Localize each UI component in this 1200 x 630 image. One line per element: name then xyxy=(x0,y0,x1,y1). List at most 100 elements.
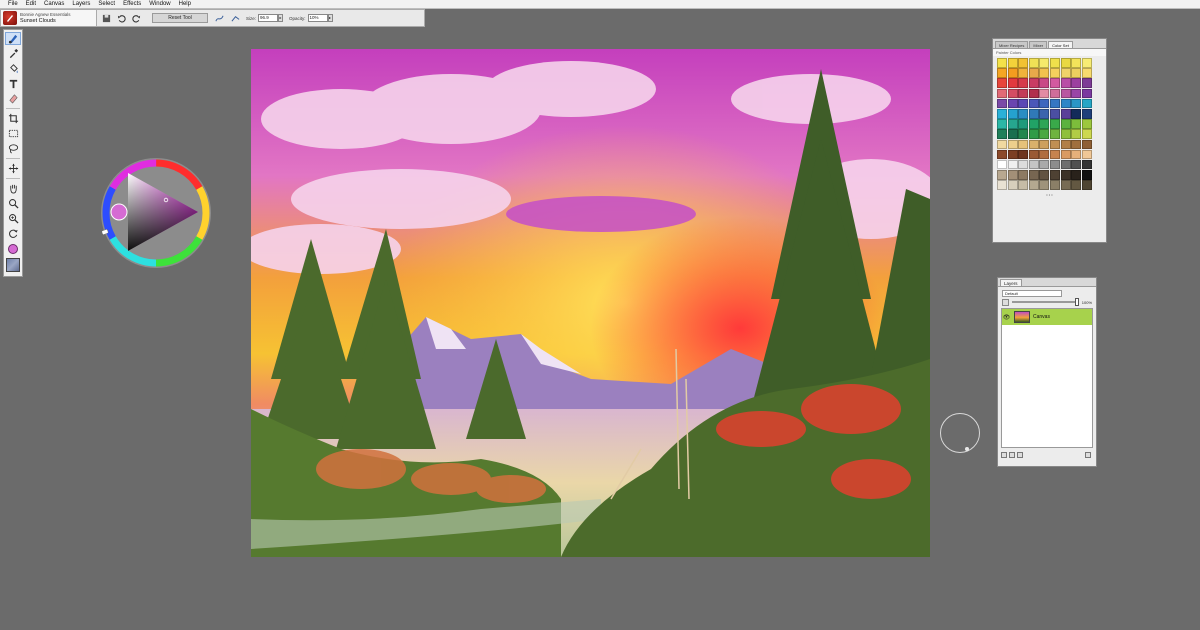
color-swatch[interactable] xyxy=(997,98,1007,109)
color-swatch[interactable] xyxy=(1018,58,1029,68)
tab-mixer-recipes[interactable]: Mixer Recipes xyxy=(995,41,1029,48)
color-swatch[interactable] xyxy=(1071,78,1082,88)
color-swatch[interactable] xyxy=(1049,149,1060,160)
color-swatch[interactable] xyxy=(1071,159,1082,170)
tab-layers[interactable]: Layers xyxy=(1000,279,1022,286)
color-swatch[interactable] xyxy=(1071,149,1082,160)
color-swatch[interactable] xyxy=(1007,149,1018,160)
color-swatch[interactable] xyxy=(1060,68,1071,78)
undo-icon[interactable] xyxy=(115,12,127,24)
redo-icon[interactable] xyxy=(130,12,142,24)
color-swatch[interactable] xyxy=(1071,88,1082,99)
color-swatch[interactable] xyxy=(1071,98,1082,109)
color-swatch[interactable] xyxy=(1060,159,1071,170)
color-swatch[interactable] xyxy=(1081,180,1092,190)
color-swatch[interactable] xyxy=(1007,180,1018,190)
color-swatch[interactable] xyxy=(997,180,1007,190)
color-swatch[interactable] xyxy=(1049,170,1060,180)
color-swatch[interactable] xyxy=(1081,159,1092,170)
color-swatch[interactable] xyxy=(1018,159,1029,170)
reset-tool-button[interactable]: Reset Tool xyxy=(152,13,208,23)
color-swatch[interactable] xyxy=(1071,68,1082,78)
color-swatch[interactable] xyxy=(1039,129,1050,139)
color-swatch[interactable] xyxy=(997,159,1007,170)
color-swatch[interactable] xyxy=(1081,119,1092,129)
color-swatch[interactable] xyxy=(1071,180,1082,190)
color-swatch[interactable] xyxy=(1039,88,1050,99)
color-swatch[interactable] xyxy=(1028,58,1039,68)
save-icon[interactable] xyxy=(100,12,112,24)
color-swatch[interactable] xyxy=(1028,159,1039,170)
text-tool[interactable] xyxy=(5,77,21,90)
color-swatch[interactable] xyxy=(997,139,1007,150)
color-swatch[interactable] xyxy=(1007,58,1018,68)
color-swatch[interactable] xyxy=(1071,119,1082,129)
color-swatch[interactable] xyxy=(1028,180,1039,190)
color-swatch[interactable] xyxy=(1007,88,1018,99)
main-color-swatch[interactable] xyxy=(8,244,18,254)
color-swatch[interactable] xyxy=(1018,78,1029,88)
paint-bucket-tool[interactable] xyxy=(5,62,21,75)
color-swatch[interactable] xyxy=(1060,78,1071,88)
lasso-tool[interactable] xyxy=(5,142,21,155)
straight-line-icon[interactable] xyxy=(230,13,240,23)
color-swatch[interactable] xyxy=(1028,78,1039,88)
color-swatch[interactable] xyxy=(1007,78,1018,88)
menu-effects[interactable]: Effects xyxy=(119,0,145,9)
color-swatch[interactable] xyxy=(997,78,1007,88)
color-swatch[interactable] xyxy=(1028,88,1039,99)
color-swatch[interactable] xyxy=(1060,88,1071,99)
color-swatch[interactable] xyxy=(1007,170,1018,180)
color-swatch[interactable] xyxy=(1007,129,1018,139)
composite-method-select[interactable]: Default xyxy=(1002,290,1062,297)
slider-handle[interactable] xyxy=(1074,298,1079,306)
rotate-tool[interactable] xyxy=(5,227,21,240)
color-swatch[interactable] xyxy=(1049,108,1060,119)
color-swatch[interactable] xyxy=(1081,68,1092,78)
color-swatch[interactable] xyxy=(1071,170,1082,180)
color-swatch[interactable] xyxy=(1039,68,1050,78)
color-swatch[interactable] xyxy=(1049,119,1060,129)
menu-canvas[interactable]: Canvas xyxy=(40,0,68,9)
color-swatch[interactable] xyxy=(1081,129,1092,139)
size-field[interactable]: 96.9 xyxy=(258,14,279,22)
color-swatch[interactable] xyxy=(1071,108,1082,119)
lock-icon[interactable] xyxy=(1002,298,1009,306)
menu-window[interactable]: Window xyxy=(145,0,174,9)
brush-selector[interactable]: Bonnie Agnew Essentials Sunset Clouds xyxy=(1,10,97,26)
color-swatch[interactable] xyxy=(1039,149,1050,160)
color-swatch[interactable] xyxy=(1081,139,1092,150)
temporal-color-wheel[interactable] xyxy=(98,155,214,271)
color-swatch[interactable] xyxy=(1028,129,1039,139)
freehand-stroke-icon[interactable] xyxy=(214,13,224,23)
color-swatch[interactable] xyxy=(1081,58,1092,68)
size-arrow-icon[interactable]: ▸ xyxy=(278,14,284,22)
color-swatch[interactable] xyxy=(1018,180,1029,190)
color-swatch[interactable] xyxy=(1039,58,1050,68)
color-swatch[interactable] xyxy=(997,170,1007,180)
color-swatch[interactable] xyxy=(997,68,1007,78)
eraser-tool[interactable] xyxy=(5,92,21,105)
color-swatch[interactable] xyxy=(1081,88,1092,99)
dropper-tool[interactable] xyxy=(5,47,21,60)
menu-layers[interactable]: Layers xyxy=(68,0,94,9)
color-swatch[interactable] xyxy=(1018,68,1029,78)
color-swatch[interactable] xyxy=(1039,180,1050,190)
color-swatch[interactable] xyxy=(1049,68,1060,78)
color-swatch[interactable] xyxy=(1007,98,1018,109)
magnifier-tool[interactable] xyxy=(5,197,21,210)
color-swatch[interactable] xyxy=(1007,68,1018,78)
opacity-field[interactable]: 10% xyxy=(307,14,328,22)
color-swatch[interactable] xyxy=(1007,139,1018,150)
color-swatch[interactable] xyxy=(1081,149,1092,160)
color-swatch[interactable] xyxy=(997,149,1007,160)
color-swatch[interactable] xyxy=(1039,170,1050,180)
color-swatch[interactable] xyxy=(1028,119,1039,129)
color-swatch[interactable] xyxy=(997,58,1007,68)
color-swatch[interactable] xyxy=(1071,129,1082,139)
color-swatch[interactable] xyxy=(1049,78,1060,88)
color-swatch[interactable] xyxy=(1049,139,1060,150)
document-canvas[interactable] xyxy=(251,49,930,557)
color-swatch[interactable] xyxy=(1060,119,1071,129)
color-swatch[interactable] xyxy=(1007,108,1018,119)
